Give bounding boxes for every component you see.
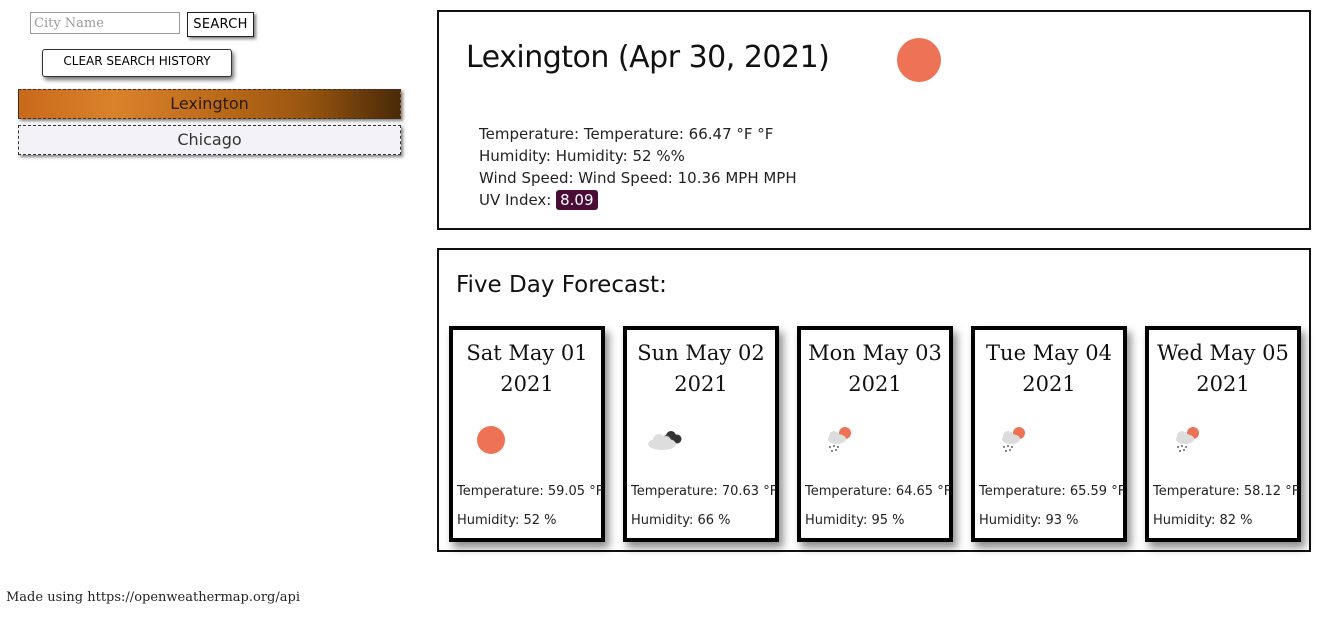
forecast-date: Tue May 04 2021 [986,341,1112,396]
clear-search-history-button[interactable]: CLEAR SEARCH HISTORY [42,49,232,77]
sun-icon [477,426,505,454]
forecast-temperature: Temperature: 65.59 °F [979,484,1126,499]
forecast-title: Five Day Forecast: [456,272,667,298]
rain-sun-icon [1002,427,1025,452]
history-item-chicago[interactable]: Chicago [18,125,401,155]
forecast-card: Tue May 04 2021 Temperature: 65.59 °F Hum… [971,326,1127,542]
history-item-lexington[interactable]: Lexington [18,89,401,119]
forecast-card: Wed May 05 2021 Temperature: 58.12 °F Hum… [1145,326,1301,542]
forecast-humidity: Humidity: 52 % [457,513,557,528]
forecast-temperature: Temperature: 59.05 °F [457,484,604,499]
rain-sun-icon [1176,427,1199,452]
current-uv-index: UV Index: 8.09 [479,189,797,211]
forecast-panel: Five Day Forecast: Sat May 01 2021 Temper… [437,248,1311,552]
forecast-date: Mon May 03 2021 [808,341,942,396]
forecast-humidity: Humidity: 93 % [979,513,1079,528]
forecast-humidity: Humidity: 95 % [805,513,905,528]
forecast-card: Mon May 03 2021 Temperature: 64.65 °F Hum… [797,326,953,542]
current-city-title: Lexington (Apr 30, 2021) [466,40,830,75]
forecast-date: Sat May 01 2021 [466,341,588,396]
forecast-temperature: Temperature: 70.63 °F [631,484,778,499]
forecast-date: Wed May 05 2021 [1157,341,1289,396]
city-search-input[interactable] [30,12,180,34]
rain-sun-icon [828,427,851,452]
forecast-card: Sat May 01 2021 Temperature: 59.05 °F Hum… [449,326,605,542]
forecast-card: Sun May 02 2021 Temperature: 70.63 °F Hum… [623,326,779,542]
cloud-icon [648,431,682,450]
forecast-humidity: Humidity: 66 % [631,513,731,528]
forecast-temperature: Temperature: 64.65 °F [805,484,952,499]
uv-index-label: UV Index: [479,191,557,209]
forecast-temperature: Temperature: 58.12 °F [1153,484,1300,499]
footer-credit: Made using https://openweathermap.org/ap… [6,590,300,605]
uv-index-badge: 8.09 [556,190,598,210]
current-weather-panel: Lexington (Apr 30, 2021) Temperature: Te… [437,10,1311,230]
current-details: Temperature: Temperature: 66.47 °F °F Hu… [479,123,797,211]
forecast-date: Sun May 02 2021 [637,341,765,396]
sun-icon [897,38,941,82]
search-button[interactable]: SEARCH [187,12,254,37]
current-humidity: Humidity: Humidity: 52 %% [479,147,685,165]
current-wind-speed: Wind Speed: Wind Speed: 10.36 MPH MPH [479,169,797,187]
current-temperature: Temperature: Temperature: 66.47 °F °F [479,125,774,143]
forecast-humidity: Humidity: 82 % [1153,513,1253,528]
